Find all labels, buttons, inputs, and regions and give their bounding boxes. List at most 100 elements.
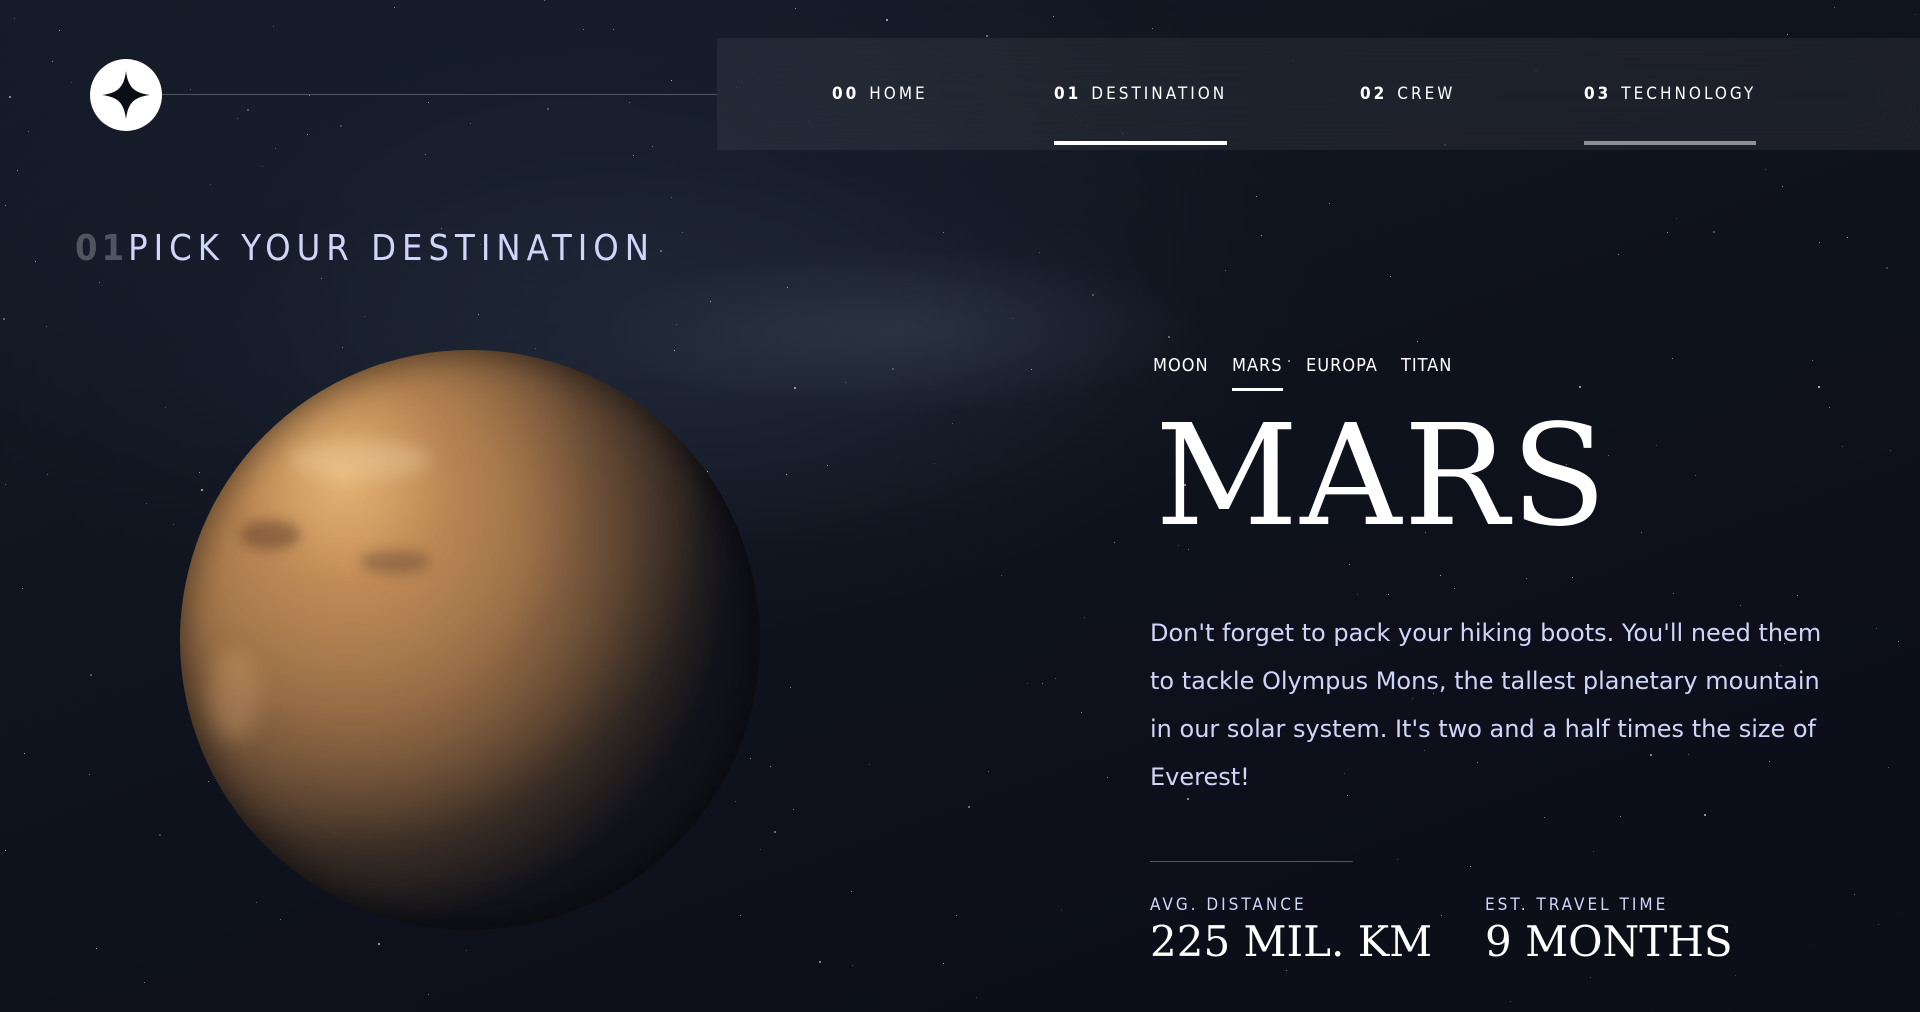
star-dot <box>1001 575 1002 576</box>
star-dot <box>1898 641 1899 642</box>
star-logo-icon[interactable] <box>90 59 162 131</box>
stat-value: 9 MONTHS <box>1485 917 1733 966</box>
destination-name: MARS <box>1155 395 1609 558</box>
nav-hover-underline <box>1584 141 1757 145</box>
page-title-number: 01 <box>75 228 129 269</box>
planet-surface-detail <box>290 440 430 480</box>
star-dot <box>1713 231 1715 233</box>
nav-active-underline <box>1054 141 1228 145</box>
star-dot <box>425 154 426 155</box>
star-dot <box>5 484 6 485</box>
star-dot <box>934 463 935 464</box>
star-dot <box>14 18 15 19</box>
star-dot <box>1579 386 1581 388</box>
star-dot <box>613 29 614 30</box>
star-dot <box>1256 196 1257 197</box>
star-dot <box>1834 7 1835 8</box>
tab-europa[interactable]: EUROPA <box>1306 355 1378 388</box>
star-dot <box>428 102 429 103</box>
star-dot <box>28 131 29 132</box>
nav-item-destination[interactable]: 01 DESTINATION <box>1054 38 1228 150</box>
nav-item-number: 02 <box>1360 84 1388 104</box>
star-dot <box>1061 909 1062 910</box>
star-dot <box>583 29 584 30</box>
nav-underline <box>1360 141 1455 145</box>
star-dot <box>321 278 322 279</box>
star-dot <box>1012 318 1013 319</box>
page-title-text: PICK YOUR DESTINATION <box>128 228 655 269</box>
star-dot <box>247 109 249 111</box>
tab-mars[interactable]: MARS <box>1232 355 1283 391</box>
star-dot <box>1397 859 1398 860</box>
star-dot <box>1092 294 1094 296</box>
planet-surface-detail <box>360 550 430 574</box>
star-dot <box>3 318 5 320</box>
main-navigation: 00 HOME 01 DESTINATION 02 CREW 03 TECHNO… <box>717 38 1920 150</box>
star-dot <box>1819 242 1820 243</box>
star-dot <box>1888 767 1889 768</box>
star-dot <box>1878 924 1879 925</box>
tab-titan[interactable]: TITAN <box>1401 355 1452 388</box>
star-dot <box>652 146 653 147</box>
star-dot <box>1590 977 1591 978</box>
star-dot <box>47 474 48 475</box>
planet-surface-detail <box>240 520 300 550</box>
star-dot <box>750 758 751 759</box>
star-dot <box>988 771 989 772</box>
star-dot <box>629 102 630 103</box>
star-dot <box>1829 407 1830 408</box>
mars-planet-image <box>180 350 760 930</box>
nav-item-technology[interactable]: 03 TECHNOLOGY <box>1584 38 1757 150</box>
page-title: 01PICK YOUR DESTINATION <box>75 228 655 269</box>
star-dot <box>1572 577 1573 578</box>
nav-item-number: 03 <box>1584 84 1612 104</box>
star-dot <box>956 915 957 916</box>
star-dot <box>1842 446 1843 447</box>
star-dot <box>1735 975 1736 976</box>
star-dot <box>1620 816 1621 817</box>
star-dot <box>466 950 467 951</box>
star-dot <box>309 95 310 96</box>
header-divider-line <box>162 94 717 95</box>
destination-description: Don't forget to pack your hiking boots. … <box>1150 619 1822 791</box>
star-dot <box>46 326 47 327</box>
star-dot <box>1787 34 1788 35</box>
star-dot <box>5 850 6 851</box>
tab-moon[interactable]: MOON <box>1153 355 1209 388</box>
star-dot <box>478 314 479 315</box>
star-dot <box>827 465 828 466</box>
planet-surface-detail <box>210 650 260 740</box>
star-dot <box>1656 445 1657 446</box>
star-dot <box>793 809 794 810</box>
star-dot <box>1740 605 1741 606</box>
star-dot <box>851 891 852 892</box>
star-dot <box>5 205 6 206</box>
star-dot <box>535 348 536 349</box>
stat-label: AVG. DISTANCE <box>1150 895 1307 915</box>
star-dot <box>1039 252 1040 253</box>
star-dot <box>1890 450 1891 451</box>
star-dot <box>886 19 888 21</box>
star-dot <box>852 965 853 966</box>
star-dot <box>1357 594 1358 595</box>
nav-item-crew[interactable]: 02 CREW <box>1360 38 1455 150</box>
star-dot <box>1676 218 1677 219</box>
nav-item-number: 00 <box>832 84 860 104</box>
star-dot <box>1107 777 1108 778</box>
star-dot <box>943 232 944 233</box>
star-dot <box>943 963 944 964</box>
star-dot <box>208 781 209 782</box>
star-dot <box>710 301 711 302</box>
star-dot <box>660 250 662 252</box>
star-dot <box>1593 851 1594 852</box>
star-dot <box>1152 28 1153 29</box>
nav-item-label: DESTINATION <box>1091 84 1228 104</box>
star-dot <box>544 0 545 1</box>
star-dot <box>1288 360 1290 362</box>
nav-item-home[interactable]: 00 HOME <box>832 38 928 150</box>
star-dot <box>237 118 238 119</box>
star-dot <box>173 524 174 525</box>
star-dot <box>52 61 53 62</box>
star-dot <box>1390 276 1391 277</box>
star-dot <box>378 943 380 945</box>
